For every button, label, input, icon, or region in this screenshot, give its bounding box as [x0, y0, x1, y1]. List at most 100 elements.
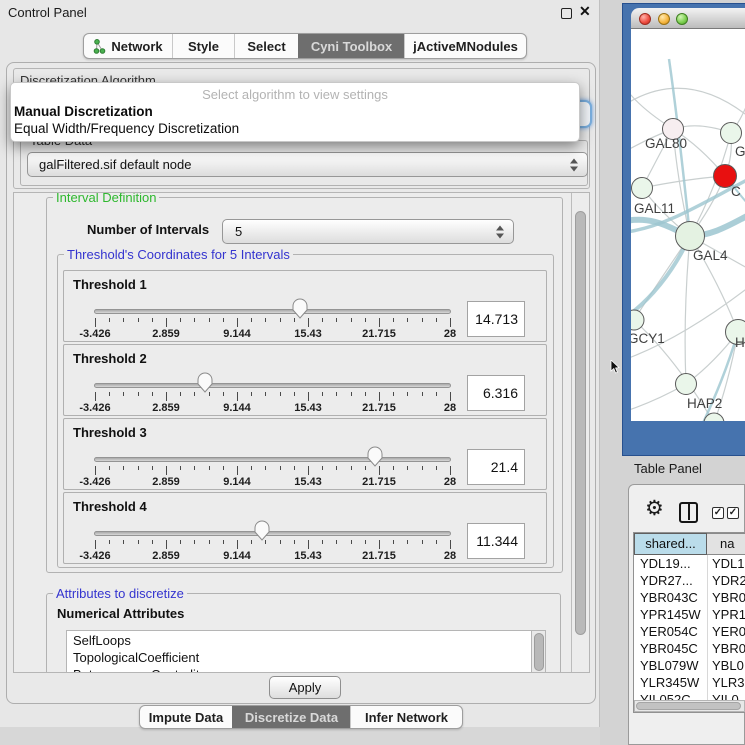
zoom-traffic-light[interactable] [676, 13, 688, 25]
network-edge[interactable] [685, 236, 690, 384]
table-row-cell-shared-name[interactable]: YDL19... [640, 555, 691, 572]
tab-jactivemnodules[interactable]: jActiveMNodules [404, 34, 526, 58]
attributes-list-scrollbar[interactable] [531, 630, 546, 673]
slider-tick [251, 466, 252, 470]
network-edge[interactable] [631, 88, 745, 117]
settings-vertical-scrollbar[interactable] [571, 193, 590, 673]
slider-tick [379, 318, 380, 327]
apply-button[interactable]: Apply [269, 676, 341, 699]
minimize-traffic-light[interactable] [658, 13, 670, 25]
table-row-cell-name[interactable]: YBR0 [712, 589, 745, 606]
table-data-combo[interactable]: galFiltered.sif default node [27, 152, 588, 177]
network-node-gal11[interactable] [632, 178, 653, 199]
threshold-value-field[interactable]: 11.344 [467, 523, 525, 559]
close-icon[interactable]: ✕ [579, 3, 591, 20]
threshold-value-field[interactable]: 21.4 [467, 449, 525, 485]
attribute-list-item[interactable]: SelfLoops [73, 633, 131, 648]
slider-tick [109, 466, 110, 470]
network-canvas[interactable]: GAL80GACGAL11GAL4GCY1HHAP2 [631, 29, 745, 421]
slider-tick [166, 466, 167, 475]
float-window-icon[interactable] [561, 8, 572, 19]
tab-network[interactable]: Network [84, 34, 172, 58]
tab-style[interactable]: Style [172, 34, 234, 58]
checked-checkbox-icon[interactable]: ✓ [727, 507, 739, 519]
slider-tick [95, 318, 96, 327]
slider-tick [209, 466, 210, 470]
tab-infer-network[interactable]: Infer Network [350, 706, 462, 728]
slider-thumb[interactable] [254, 520, 270, 546]
slider-thumb[interactable] [197, 372, 213, 398]
bottom-tabbar: Impute DataDiscretize DataInfer Network [139, 705, 463, 729]
slider-track[interactable] [94, 383, 451, 388]
scrollbar-thumb[interactable] [575, 211, 586, 635]
slider-tick-label: 9.144 [223, 550, 251, 562]
network-node-label: GCY1 [631, 331, 665, 346]
network-node-ga[interactable] [721, 123, 742, 144]
slider-thumb[interactable] [292, 298, 308, 324]
network-window-titlebar[interactable] [631, 8, 745, 29]
settings-scrollpane: Interval Definition Number of Intervals … [13, 192, 590, 673]
table-row-cell-name[interactable]: YPR1 [712, 606, 745, 623]
threshold-value-field[interactable]: 14.713 [467, 301, 525, 337]
table-row-cell-name[interactable]: YBR0 [712, 640, 745, 657]
table-row-cell-name[interactable]: YIL0 [712, 691, 739, 700]
slider-tick [294, 540, 295, 544]
table-row-cell-name[interactable]: YDR2 [712, 572, 745, 589]
slider-tick [351, 392, 352, 396]
slider-tick [322, 466, 323, 470]
slider-thumb[interactable] [367, 446, 383, 472]
table-row-cell-shared-name[interactable]: YDR27... [640, 572, 693, 589]
table-row-cell-name[interactable]: YBL0 [712, 657, 744, 674]
threshold-value-field[interactable]: 6.316 [467, 375, 525, 411]
slider-tick [152, 540, 153, 544]
slider-tick-label: 9.144 [223, 328, 251, 340]
slider-tick [209, 540, 210, 544]
slider-tick [422, 466, 423, 470]
algorithm-option-equal-width[interactable]: Equal Width/Frequency Discretization [14, 121, 239, 136]
network-node-label: HAP2 [687, 396, 722, 411]
tab-cyni-toolbox[interactable]: Cyni Toolbox [298, 34, 404, 58]
slider-tick [393, 392, 394, 396]
tab-label: Select [247, 39, 285, 54]
table-row-cell-shared-name[interactable]: YBL079W [640, 657, 699, 674]
table-row-cell-shared-name[interactable]: YER054C [640, 623, 698, 640]
tab-discretize-data[interactable]: Discretize Data [232, 706, 350, 728]
slider-tick [180, 466, 181, 470]
column-header-shared-name[interactable]: shared... [634, 533, 707, 555]
table-row-cell-shared-name[interactable]: YBR043C [640, 589, 698, 606]
network-node-hap2[interactable] [676, 374, 697, 395]
slider-tick-label: 21.715 [362, 402, 396, 414]
table-row-cell-name[interactable]: YLR3 [712, 674, 745, 691]
table-row-cell-shared-name[interactable]: YLR345W [640, 674, 699, 691]
close-traffic-light[interactable] [639, 13, 651, 25]
table-row-cell-name[interactable]: YER0 [712, 623, 745, 640]
slider-tick [166, 318, 167, 327]
split-columns-icon[interactable] [679, 502, 698, 523]
table-row-cell-name[interactable]: YDL1 [712, 555, 745, 572]
slider-track[interactable] [94, 457, 451, 462]
algorithm-option-manual[interactable]: Manual Discretization [14, 104, 153, 119]
scrollbar-thumb[interactable] [636, 702, 741, 710]
column-header-name[interactable]: na [707, 533, 745, 555]
table-horizontal-scrollbar[interactable] [634, 700, 745, 712]
tab-select[interactable]: Select [234, 34, 298, 58]
checked-checkbox-icon[interactable]: ✓ [712, 507, 724, 519]
table-row-cell-shared-name[interactable]: YPR145W [640, 606, 701, 623]
slider-track[interactable] [94, 531, 451, 536]
slider-tick [223, 392, 224, 396]
slider-tick [123, 466, 124, 470]
scrollbar-thumb[interactable] [534, 633, 544, 671]
tab-impute-data[interactable]: Impute Data [140, 706, 232, 728]
slider-tick [308, 466, 309, 475]
table-row-cell-shared-name[interactable]: YBR045C [640, 640, 698, 657]
gear-icon[interactable]: ⚙ [645, 498, 664, 520]
slider-tick [407, 392, 408, 396]
attribute-list-item[interactable]: TopologicalCoefficient [73, 650, 199, 665]
number-of-intervals-combo[interactable]: 5 [222, 219, 514, 244]
tab-label: Style [188, 39, 219, 54]
slider-track[interactable] [94, 309, 451, 314]
table-row-cell-shared-name[interactable]: YIL052C [640, 691, 691, 700]
network-node-gal4[interactable] [676, 222, 705, 251]
slider-tick [109, 392, 110, 396]
attribute-list-item[interactable]: BetweennessCentrality [73, 667, 206, 673]
